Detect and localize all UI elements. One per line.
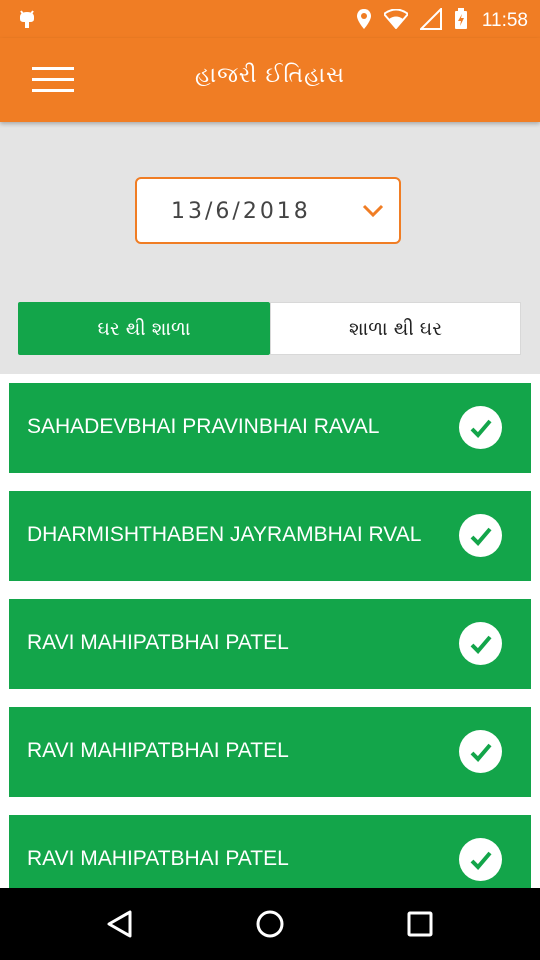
status-time: 11:58 <box>481 10 528 31</box>
present-check-icon <box>459 514 502 557</box>
back-icon[interactable] <box>100 906 140 942</box>
list-item[interactable]: RAVI MAHIPATBHAI PATEL <box>9 707 531 797</box>
system-nav-bar <box>0 888 540 960</box>
date-picker[interactable]: 13/6/2018 <box>135 177 401 244</box>
attendance-list: SAHADEVBHAI PRAVINBHAI RAVAL DHARMISHTHA… <box>0 374 540 888</box>
page-title: હાજરી ઈતિહાસ <box>195 63 345 88</box>
android-debug-icon <box>16 8 38 34</box>
student-name: RAVI MAHIPATBHAI PATEL <box>27 631 289 654</box>
location-icon <box>356 8 372 34</box>
present-check-icon <box>459 406 502 449</box>
student-name: SAHADEVBHAI PRAVINBHAI RAVAL <box>27 415 380 438</box>
student-name: DHARMISHTHABEN JAYRAMBHAI RVAL <box>27 523 422 546</box>
signal-icon <box>418 6 442 34</box>
battery-icon <box>454 8 468 34</box>
list-item[interactable]: RAVI MAHIPATBHAI PATEL <box>9 815 531 888</box>
list-item[interactable]: DHARMISHTHABEN JAYRAMBHAI RVAL <box>9 491 531 581</box>
tab-label: ઘર થી શાળા <box>97 317 191 340</box>
tab-home-to-school[interactable]: ઘર થી શાળા <box>18 302 270 355</box>
present-check-icon <box>459 622 502 665</box>
chevron-down-icon <box>361 203 385 223</box>
list-item[interactable]: RAVI MAHIPATBHAI PATEL <box>9 599 531 689</box>
app-bar: હાજરી ઈતિહાસ <box>0 38 540 122</box>
filter-area: 13/6/2018 ઘર થી શાળા શાળા થી ઘર <box>0 122 540 374</box>
student-name: RAVI MAHIPATBHAI PATEL <box>27 847 289 870</box>
tab-school-to-home[interactable]: શાળા થી ઘર <box>270 302 521 355</box>
present-check-icon <box>459 838 502 881</box>
recents-icon[interactable] <box>400 906 440 942</box>
list-item[interactable]: SAHADEVBHAI PRAVINBHAI RAVAL <box>9 383 531 473</box>
home-icon[interactable] <box>250 906 290 942</box>
student-name: RAVI MAHIPATBHAI PATEL <box>27 739 289 762</box>
direction-toggle: ઘર થી શાળા શાળા થી ઘર <box>18 302 521 355</box>
wifi-icon <box>382 8 410 33</box>
present-check-icon <box>459 730 502 773</box>
date-value: 13/6/2018 <box>171 199 311 224</box>
tab-label: શાળા થી ઘર <box>348 317 443 340</box>
status-bar: 11:58 <box>0 0 540 38</box>
